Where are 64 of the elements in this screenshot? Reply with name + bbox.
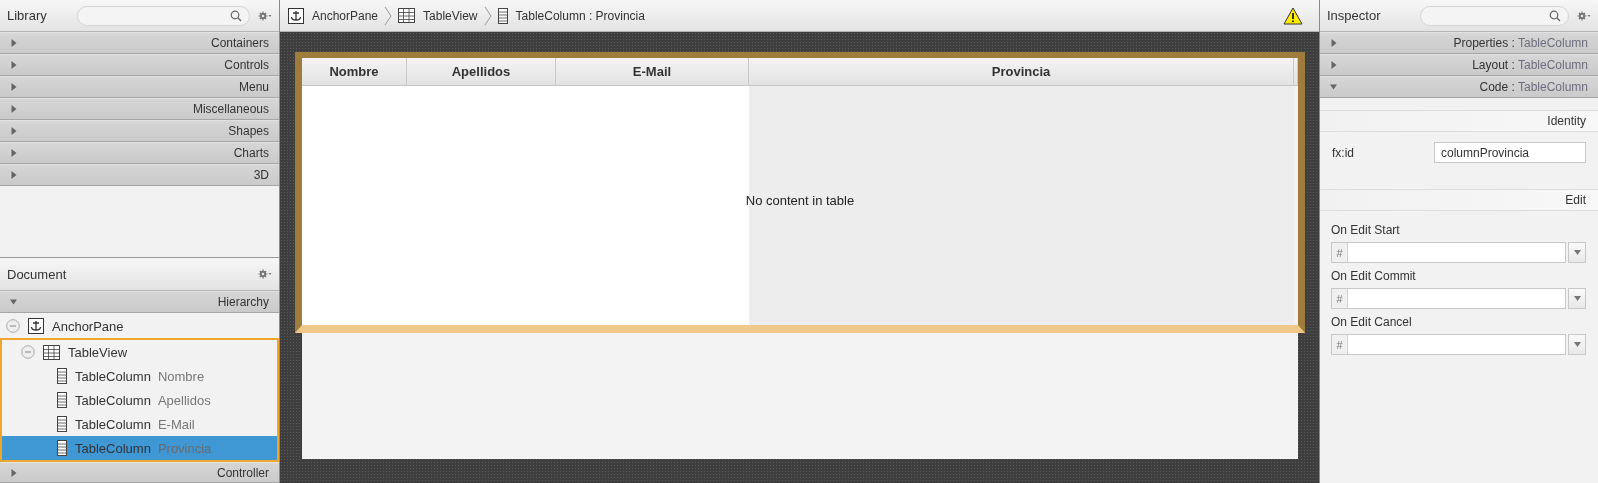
gear-icon[interactable] [258, 10, 272, 21]
input-field[interactable]: # [1331, 242, 1566, 263]
table-icon [398, 8, 416, 23]
column-icon [57, 440, 67, 456]
input-field[interactable]: # [1331, 334, 1566, 355]
accordion-section[interactable]: 3D [0, 164, 279, 186]
accordion-section[interactable]: Code : TableColumn [1320, 76, 1598, 98]
accordion-section[interactable]: Controller [0, 462, 279, 483]
tree-item[interactable]: AnchorPane [0, 314, 279, 338]
input-field[interactable]: columnProvincia [1434, 142, 1586, 163]
anchor-icon [288, 7, 304, 24]
dropdown-button[interactable] [1568, 334, 1586, 355]
search-field[interactable] [76, 5, 250, 26]
accordion-section[interactable]: Hierarchy [0, 291, 279, 313]
search-icon [230, 9, 242, 22]
input-field[interactable]: # [1331, 288, 1566, 309]
chevron-icon [384, 5, 393, 26]
field-label: On Edit Cancel [1331, 315, 1413, 329]
panel-title: Inspector [1327, 8, 1381, 23]
accordion-section[interactable]: Controls [0, 54, 279, 76]
panel-title: Document [7, 266, 67, 282]
accordion-section[interactable]: Miscellaneous [0, 98, 279, 120]
field-label: fx:id [1332, 145, 1354, 160]
search-field[interactable] [1420, 5, 1569, 26]
breadcrumb-item[interactable]: TableColumn : Provincia [497, 7, 645, 24]
tree-item[interactable]: TableColumn Apellidos [2, 388, 277, 412]
accordion-section[interactable]: Shapes [0, 120, 279, 142]
search-icon [1549, 9, 1561, 22]
column-icon [57, 416, 67, 432]
tree-item[interactable]: TableColumn Nombre [2, 364, 277, 388]
warning-icon[interactable] [1283, 6, 1303, 25]
caret-icon [1573, 342, 1581, 347]
table-icon [43, 344, 60, 360]
dropdown-button[interactable] [1568, 242, 1586, 263]
chevron-icon [483, 5, 492, 26]
caret-icon [1573, 296, 1581, 301]
accordion-section[interactable]: Layout : TableColumn [1320, 54, 1598, 76]
breadcrumb-item[interactable]: TableView [398, 8, 478, 23]
accordion-section[interactable]: Menu [0, 76, 279, 98]
column-icon [57, 392, 67, 408]
column-icon [497, 7, 508, 24]
accordion-section[interactable]: Charts [0, 142, 279, 164]
accordion-section[interactable]: Properties : TableColumn [1320, 32, 1598, 54]
tree-item[interactable]: TableView [2, 340, 277, 364]
anchor-icon [28, 318, 44, 334]
field-label: On Edit Commit [1331, 269, 1417, 283]
accordion-section[interactable]: Containers [0, 32, 279, 54]
section-heading: Identity [1320, 110, 1598, 132]
column-icon [57, 368, 67, 384]
breadcrumb-item[interactable]: AnchorPane [288, 7, 379, 24]
field-label: On Edit Start [1331, 223, 1401, 237]
gear-icon[interactable] [258, 269, 272, 279]
tree-item[interactable]: TableColumn E-Mail [2, 412, 277, 436]
gear-icon[interactable] [1577, 10, 1591, 21]
tree-item[interactable]: TableColumn Provincia [2, 436, 277, 460]
column-header[interactable]: Provincia [749, 58, 1294, 85]
dropdown-button[interactable] [1568, 288, 1586, 309]
panel-title: Library [7, 8, 47, 23]
caret-icon [1573, 250, 1581, 255]
column-header[interactable]: Apellidos [407, 58, 556, 85]
column-header[interactable]: E-Mail [556, 58, 749, 85]
empty-message: No content in table [745, 193, 855, 208]
column-header[interactable]: Nombre [302, 58, 407, 85]
section-heading: Edit [1320, 189, 1598, 211]
